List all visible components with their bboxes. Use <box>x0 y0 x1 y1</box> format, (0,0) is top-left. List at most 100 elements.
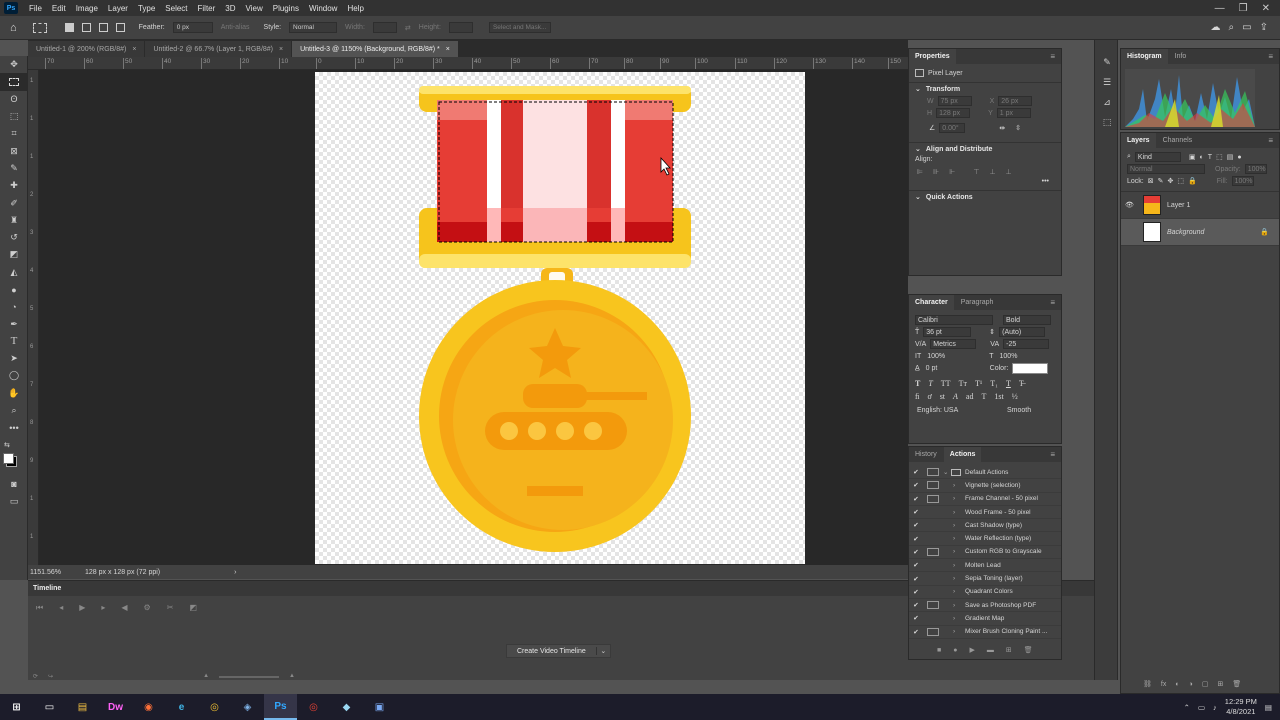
menu-plugins[interactable]: Plugins <box>268 4 304 13</box>
action-item[interactable]: ✔ › Save as Photoshop PDF <box>909 599 1061 613</box>
photoshop-logo-icon[interactable]: Ps <box>4 2 18 14</box>
contextual-alt-icon[interactable]: ơ <box>927 392 931 401</box>
healing-brush-icon[interactable]: ✚ <box>0 177 28 194</box>
chevron-right-icon[interactable]: › <box>953 509 961 516</box>
check-icon[interactable]: ✔ <box>909 535 923 543</box>
faux-bold-icon[interactable]: T <box>915 379 920 388</box>
dialog-toggle-icon[interactable] <box>927 468 939 477</box>
workspace-icon[interactable]: ▭ <box>1242 22 1251 33</box>
height-input[interactable] <box>448 22 473 33</box>
font-style-select[interactable]: Bold <box>1003 315 1051 325</box>
task-view-icon[interactable]: ▭ <box>33 694 66 720</box>
width-input[interactable] <box>372 22 397 33</box>
vertical-scale-input[interactable]: 100% <box>925 351 971 361</box>
new-set-icon[interactable]: ▬ <box>987 647 994 654</box>
filter-toggle-icon[interactable]: ● <box>1237 154 1241 161</box>
check-icon[interactable]: ✔ <box>909 468 923 476</box>
tab-character[interactable]: Character <box>909 295 954 310</box>
add-selection-icon[interactable] <box>81 23 91 32</box>
settings-icon[interactable]: ⚙ <box>144 603 151 613</box>
create-video-timeline-button[interactable]: Create Video Timeline ⌄ <box>506 644 611 658</box>
font-size-input[interactable]: 36 pt <box>923 327 972 337</box>
opacity-input[interactable]: 100% <box>1244 164 1267 174</box>
panel-menu-icon[interactable]: ≡ <box>1268 136 1279 145</box>
edge-icon[interactable]: e <box>165 694 198 720</box>
frame-tool-icon[interactable]: ⊠ <box>0 142 28 159</box>
fractions-icon[interactable]: ½ <box>1012 392 1018 401</box>
notification-icon[interactable]: ▤ <box>1265 703 1272 712</box>
hand-tool-icon[interactable]: ✋ <box>0 385 28 402</box>
file-explorer-icon[interactable]: ▤ <box>66 694 99 720</box>
tab-untitled-2[interactable]: Untitled-2 @ 66.7% (Layer 1, RGB/8#) × <box>145 41 293 57</box>
align-top-icon[interactable]: ⊤ <box>973 168 979 176</box>
maximize-icon[interactable]: ❐ <box>1239 3 1248 14</box>
menu-window[interactable]: Window <box>304 4 342 13</box>
zoom-tool-icon[interactable]: ⌕ <box>0 402 28 419</box>
adjustment-layer-icon[interactable]: ◑ <box>1189 681 1193 688</box>
adjustments-icon[interactable]: ☰ <box>1095 72 1119 92</box>
check-icon[interactable]: ✔ <box>909 548 923 556</box>
action-item[interactable]: ✔ › Custom RGB to Grayscale <box>909 546 1061 560</box>
tab-untitled-3[interactable]: Untitled-3 @ 1150% (Background, RGB/8#) … <box>292 41 459 57</box>
dreamweaver-icon[interactable]: Dw <box>99 694 132 720</box>
dialog-toggle-icon[interactable] <box>927 627 939 636</box>
menu-image[interactable]: Image <box>71 4 103 13</box>
language-select[interactable]: English: USA <box>915 405 987 415</box>
chevron-right-icon[interactable]: › <box>953 575 961 582</box>
menu-type[interactable]: Type <box>133 4 160 13</box>
kind-filter-select[interactable]: Kind <box>1134 152 1181 162</box>
timeline-title[interactable]: Timeline <box>33 585 61 592</box>
lock-position-icon[interactable]: ✥ <box>1167 177 1173 185</box>
tab-info[interactable]: Info <box>1169 49 1193 64</box>
split-icon[interactable]: ✂ <box>167 603 174 613</box>
delete-layer-icon[interactable]: 🗑 <box>1232 680 1241 688</box>
swap-colors-icon[interactable]: ⇆ <box>0 437 28 454</box>
chrome-icon[interactable]: ◎ <box>198 694 231 720</box>
close-icon[interactable]: ✕ <box>1262 3 1270 14</box>
color-swatch[interactable] <box>1012 363 1049 374</box>
align-right-icon[interactable]: ⊩ <box>949 168 955 176</box>
titling-alt-icon[interactable]: T <box>981 392 986 401</box>
dialog-toggle-icon[interactable] <box>927 547 939 556</box>
next-frame-icon[interactable]: ▸ <box>101 603 105 613</box>
quick-mask-icon[interactable]: ◙ <box>0 476 28 493</box>
h-input[interactable]: 128 px <box>936 108 971 118</box>
play-icon[interactable]: ▶ <box>79 603 85 613</box>
intersect-selection-icon[interactable] <box>115 23 125 32</box>
status-more-icon[interactable]: › <box>234 569 236 576</box>
panel-menu-icon[interactable]: ≡ <box>1268 52 1279 61</box>
tab-actions[interactable]: Actions <box>943 447 982 462</box>
transition-icon[interactable]: ◩ <box>189 603 197 613</box>
blend-mode-select[interactable]: Normal <box>1127 164 1205 174</box>
canvas-area[interactable] <box>39 70 908 565</box>
minimize-icon[interactable]: — <box>1215 3 1225 14</box>
document-canvas[interactable] <box>315 72 805 564</box>
filter-shape-icon[interactable]: ⬚ <box>1216 153 1223 161</box>
check-icon[interactable]: ✔ <box>909 495 923 503</box>
menu-edit[interactable]: Edit <box>47 4 71 13</box>
angle-input[interactable]: 0.00° <box>939 123 966 133</box>
zoom-slider[interactable] <box>219 676 280 678</box>
chevron-down-icon[interactable]: ⌄ <box>595 647 610 655</box>
new-selection-icon[interactable] <box>64 23 74 32</box>
pen-tool-icon[interactable]: ✒ <box>0 315 28 332</box>
lock-pixels-icon[interactable]: ✎ <box>1158 177 1164 185</box>
action-item[interactable]: ✔ › Quadrant Colors <box>909 586 1061 599</box>
first-frame-icon[interactable]: ⏮ <box>36 603 43 613</box>
firefox-icon[interactable]: ◉ <box>132 694 165 720</box>
tab-untitled-1[interactable]: Untitled-1 @ 200% (RGB/8#) × <box>28 41 146 57</box>
ligature-icon[interactable]: ﬁ <box>915 392 919 401</box>
action-item[interactable]: ✔ › Molten Lead <box>909 559 1061 573</box>
w-input[interactable]: 75 px <box>937 96 972 106</box>
baseline-input[interactable]: 0 pt <box>924 364 970 374</box>
loop-icon[interactable]: ⟳ <box>33 673 38 681</box>
check-icon[interactable]: ✔ <box>909 508 923 516</box>
faux-italic-icon[interactable]: T <box>928 379 932 388</box>
chevron-down-icon[interactable]: ⌄ <box>943 468 951 476</box>
check-icon[interactable]: ✔ <box>909 521 923 529</box>
check-icon[interactable]: ✔ <box>909 628 923 636</box>
action-item[interactable]: ✔ › Mixer Brush Cloning Paint ... <box>909 626 1061 639</box>
tab-channels[interactable]: Channels <box>1157 133 1199 148</box>
chevron-right-icon[interactable]: › <box>953 535 961 542</box>
marquee-preset-icon[interactable] <box>32 22 47 33</box>
